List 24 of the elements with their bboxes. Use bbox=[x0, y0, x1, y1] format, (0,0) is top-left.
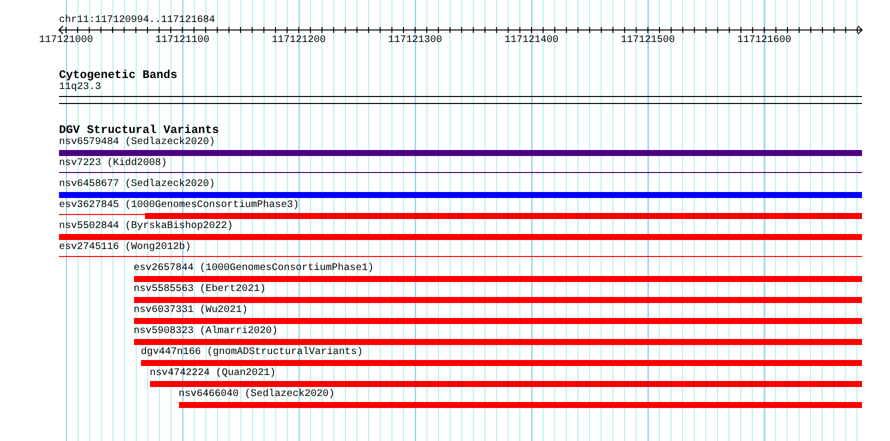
coordinate-label: 117121500 bbox=[620, 35, 675, 47]
variant-label: esv2657844 (1000GenomesConsortiumPhase1) bbox=[134, 263, 374, 275]
band-label: 11q23.3 bbox=[59, 82, 102, 94]
variant-label: esv2745116 (Wong2012b) bbox=[59, 242, 192, 254]
variant-label: nsv6579484 (Sedlazeck2020) bbox=[59, 137, 216, 149]
coordinate-label: 117121000 bbox=[38, 35, 93, 47]
coordinate-label: 117121100 bbox=[155, 35, 210, 47]
coordinate-label: 117121600 bbox=[737, 35, 792, 47]
variant-label: nsv4742224 (Quan2021) bbox=[150, 368, 276, 380]
track-title: Cytogenetic Bands bbox=[59, 69, 178, 82]
variant-label: nsv6458677 (Sedlazeck2020) bbox=[59, 179, 216, 191]
range-label: chr11:117120994..117121684 bbox=[59, 15, 216, 27]
variant-label: nsv5908323 (Almarri2020) bbox=[134, 326, 278, 338]
variant-label: nsv5502844 (ByrskaBishop2022) bbox=[59, 221, 234, 233]
track-title: DGV Structural Variants bbox=[59, 124, 220, 137]
variant-label: esv3627845 (1000GenomesConsortiumPhase3) bbox=[59, 200, 300, 212]
variant-label: dgv447n166 (gnomADStructuralVariants) bbox=[140, 347, 363, 359]
variant-label: nsv7223 (Kidd2008) bbox=[59, 158, 168, 170]
coordinate-label: 117121400 bbox=[504, 35, 558, 47]
coordinate-label: 117121300 bbox=[388, 35, 442, 47]
variant-label: nsv5585563 (Ebert2021) bbox=[134, 284, 266, 296]
variant-label: nsv6037331 (Wu2021) bbox=[134, 305, 248, 317]
variant-label: nsv6466040 (Sedlazeck2020) bbox=[178, 389, 335, 401]
coordinate-label: 117121200 bbox=[272, 35, 326, 47]
